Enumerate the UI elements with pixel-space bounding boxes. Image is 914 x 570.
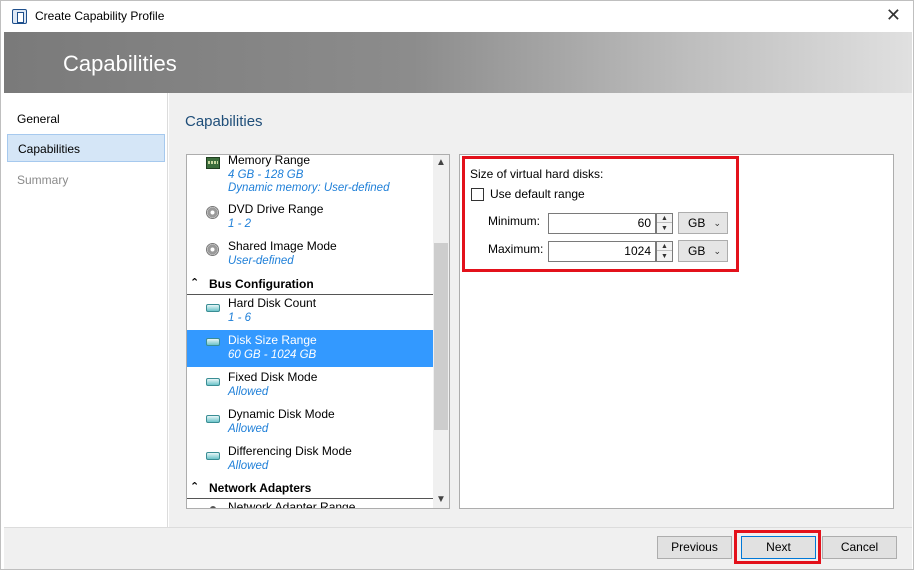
page-title: Capabilities [185,113,263,130]
previous-button[interactable]: Previous [657,536,732,559]
wizard-banner: Capabilities [4,32,912,93]
capability-list-items: Memory Range 4 GB - 128 GB Dynamic memor… [187,155,435,508]
list-item-value: 1 - 2 [228,218,252,230]
list-item-dvd-drive-range[interactable]: DVD Drive Range 1 - 2 [187,202,435,239]
list-scrollbar[interactable]: ▲ ▼ [433,155,449,508]
close-icon[interactable]: ✕ [886,6,901,24]
group-header-bus-configuration[interactable]: ⌃ Bus Configuration [187,273,435,295]
list-item-value: 60 GB - 1024 GB [228,349,317,361]
collapse-chevron-icon[interactable]: ⌃ [190,276,199,289]
list-item-fixed-disk-mode[interactable]: Fixed Disk Mode Allowed [187,370,435,407]
list-item-name: Memory Range [228,155,311,167]
window-title: Create Capability Profile [35,9,165,23]
list-item-name: Hard Disk Count [228,296,317,310]
list-item-value: Allowed [228,460,269,472]
hard-disk-icon [206,304,220,312]
list-item-name: DVD Drive Range [228,202,324,216]
highlight-box-disk-size [462,156,739,272]
list-item-memory-range[interactable]: Memory Range 4 GB - 128 GB Dynamic memor… [187,155,435,195]
nav-item-general[interactable]: General [7,105,165,133]
list-item-name: Fixed Disk Mode [228,370,318,384]
list-item-hard-disk-count[interactable]: Hard Disk Count 1 - 6 [187,296,435,333]
nav-item-capabilities[interactable]: Capabilities [7,134,165,162]
hard-disk-icon [206,452,220,460]
list-item-name: Disk Size Range [228,333,317,347]
memory-chip-icon [206,157,220,169]
scroll-up-icon[interactable]: ▲ [433,155,449,171]
list-item-disk-size-range[interactable]: Disk Size Range 60 GB - 1024 GB [187,330,435,367]
cancel-button[interactable]: Cancel [822,536,897,559]
network-adapter-icon [210,506,216,508]
list-item-value: 4 GB - 128 GB [228,169,304,181]
list-item-name: Network Adapter Range [228,500,356,508]
list-item-name: Dynamic Disk Mode [228,407,335,421]
hard-disk-icon [206,378,220,386]
app-icon [12,9,27,24]
highlight-box-next [734,530,821,564]
dvd-disc-icon [206,206,219,219]
collapse-chevron-icon[interactable]: ⌃ [190,480,199,493]
list-item-shared-image-mode[interactable]: Shared Image Mode User-defined [187,239,435,276]
hard-disk-icon [206,415,220,423]
nav-item-summary: Summary [17,173,69,187]
group-header-label: Network Adapters [209,481,312,495]
create-capability-profile-window: Create Capability Profile ✕ Capabilities… [0,0,914,570]
title-bar: Create Capability Profile ✕ [1,1,913,32]
list-item-differencing-disk-mode[interactable]: Differencing Disk Mode Allowed [187,444,435,481]
list-item-value: Allowed [228,423,269,435]
list-item-name: Differencing Disk Mode [228,444,352,458]
wizard-nav: General Capabilities Summary [4,93,168,527]
group-header-network-adapters[interactable]: ⌃ Network Adapters [187,477,435,499]
disc-icon [206,243,219,256]
list-item-name: Shared Image Mode [228,239,337,253]
list-item-value: 1 - 6 [228,312,252,324]
hard-disk-icon [206,338,220,346]
scroll-down-icon[interactable]: ▼ [433,492,449,508]
group-header-label: Bus Configuration [209,277,314,291]
scroll-thumb[interactable] [434,243,448,430]
list-item-dynamic-disk-mode[interactable]: Dynamic Disk Mode Allowed [187,407,435,444]
banner-title: Capabilities [63,51,177,76]
list-item-value: User-defined [228,255,294,267]
capability-list: Memory Range 4 GB - 128 GB Dynamic memor… [186,154,450,509]
list-item-value-secondary: Dynamic memory: User-defined [228,182,390,194]
list-item-network-adapter-range[interactable]: Network Adapter Range [187,500,435,508]
list-item-value: Allowed [228,386,269,398]
